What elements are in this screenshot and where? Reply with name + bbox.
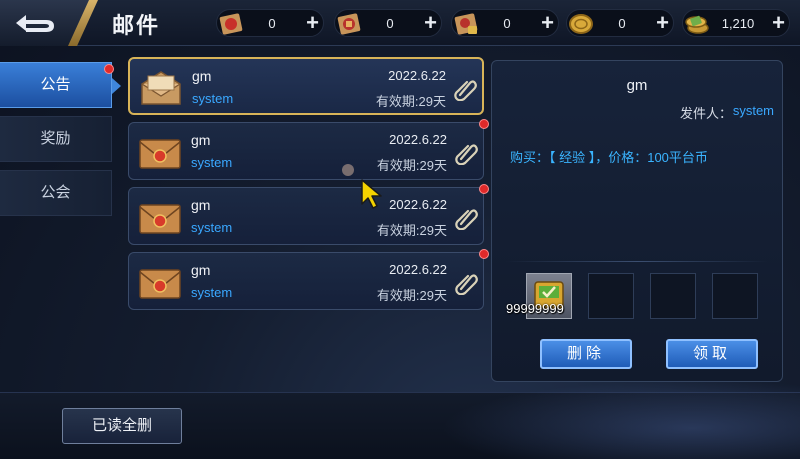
sealed-envelope-icon bbox=[139, 204, 181, 234]
mouse-cursor-icon bbox=[361, 179, 382, 209]
mail-source: system bbox=[191, 285, 233, 300]
add-resource-button[interactable]: + bbox=[656, 11, 669, 35]
coin-stack-icon bbox=[685, 15, 709, 34]
mail-date: 2022.6.22 bbox=[389, 262, 447, 277]
mail-item[interactable]: gm system 2022.6.22 有效期:29天 bbox=[128, 122, 484, 180]
mail-date: 2022.6.22 bbox=[389, 132, 447, 147]
attachment-clip-icon bbox=[455, 274, 478, 295]
tab-rewards[interactable]: 奖励 bbox=[0, 116, 112, 162]
attachment-clip-icon bbox=[455, 144, 478, 165]
detail-sender-value: system bbox=[732, 103, 774, 118]
add-resource-button[interactable]: + bbox=[772, 11, 785, 35]
mail-expiry: 有效期:29天 bbox=[375, 94, 446, 109]
mail-expiry: 有效期:29天 bbox=[376, 288, 447, 303]
mail-source: system bbox=[191, 220, 233, 235]
red-ticket-icon bbox=[219, 13, 243, 35]
mail-date: 2022.6.22 bbox=[389, 197, 447, 212]
decorative-glow bbox=[440, 380, 800, 459]
detail-sender-label: 发件人： bbox=[680, 106, 733, 121]
tab-active-arrow bbox=[112, 78, 121, 94]
mail-item[interactable]: gm system 2022.6.22 有效期:29天 bbox=[128, 187, 484, 245]
attachment-slot-empty bbox=[712, 273, 758, 319]
attachment-quantity: 99999999 bbox=[506, 301, 564, 316]
claim-button[interactable]: 领取 bbox=[666, 339, 758, 369]
resource-counter-5: 1,210 + bbox=[682, 9, 790, 37]
attachment-clip-icon bbox=[454, 80, 477, 101]
attachment-slot-empty bbox=[588, 273, 634, 319]
resource-counter-4: 0 + bbox=[566, 9, 674, 37]
resource-counter-1: 0 + bbox=[216, 9, 324, 37]
mail-detail-panel: gm 发件人： system 购买：【 经验 】，价格：100平台币 99999… bbox=[491, 60, 783, 382]
unread-badge bbox=[479, 249, 489, 259]
detail-body: 购买：【 经验 】，价格：100平台币 bbox=[510, 150, 708, 165]
mail-source: system bbox=[192, 91, 234, 106]
touch-indicator bbox=[342, 164, 354, 176]
mail-sender: gm bbox=[191, 197, 211, 213]
tab-label: 公会 bbox=[40, 184, 71, 201]
attachment-slot-empty bbox=[650, 273, 696, 319]
read-all-delete-button[interactable]: 已读全删 bbox=[62, 408, 182, 444]
delete-button[interactable]: 删除 bbox=[540, 339, 632, 369]
tab-label: 公告 bbox=[40, 76, 71, 93]
tab-label: 奖励 bbox=[40, 130, 71, 147]
sealed-envelope-icon bbox=[139, 269, 181, 299]
mail-item[interactable]: gm system 2022.6.22 有效期:29天 bbox=[128, 57, 484, 115]
attachment-clip-icon bbox=[455, 209, 478, 230]
mail-source: system bbox=[191, 155, 233, 170]
resource-counter-3: 0 + bbox=[451, 9, 559, 37]
gold-coin-icon bbox=[569, 14, 593, 34]
mail-sender: gm bbox=[191, 262, 211, 278]
mail-item[interactable]: gm system 2022.6.22 有效期:29天 bbox=[128, 252, 484, 310]
resource-counter-2: 0 + bbox=[334, 9, 442, 37]
locked-ticket-icon bbox=[454, 13, 478, 35]
back-arrow-icon bbox=[16, 15, 54, 32]
resource-value: 0 bbox=[386, 16, 394, 31]
resource-value: 0 bbox=[503, 16, 511, 31]
tab-unread-badge bbox=[104, 64, 114, 74]
mail-expiry: 有效期:29天 bbox=[376, 223, 447, 238]
top-bar: 邮件 0 + 0 + 0 + 0 + 1,210 + bbox=[0, 0, 800, 46]
mail-sender: gm bbox=[191, 132, 211, 148]
unread-badge bbox=[479, 119, 489, 129]
divider bbox=[506, 261, 768, 262]
resource-value: 0 bbox=[618, 16, 626, 31]
tab-guild[interactable]: 公会 bbox=[0, 170, 112, 216]
unread-badge bbox=[479, 184, 489, 194]
add-resource-button[interactable]: + bbox=[306, 11, 319, 35]
resource-value: 1,210 bbox=[721, 16, 755, 31]
scroll-ticket-icon bbox=[337, 13, 361, 35]
open-envelope-icon bbox=[141, 71, 181, 105]
page-title: 邮件 bbox=[112, 13, 161, 38]
add-resource-button[interactable]: + bbox=[541, 11, 554, 35]
resource-value: 0 bbox=[268, 16, 276, 31]
mail-sender: gm bbox=[192, 68, 212, 84]
mail-date: 2022.6.22 bbox=[388, 68, 446, 83]
tab-announcement[interactable]: 公告 bbox=[0, 62, 112, 108]
mail-expiry: 有效期:29天 bbox=[376, 158, 447, 173]
sealed-envelope-icon bbox=[139, 139, 181, 169]
add-resource-button[interactable]: + bbox=[424, 11, 437, 35]
detail-title: gm bbox=[626, 77, 648, 94]
